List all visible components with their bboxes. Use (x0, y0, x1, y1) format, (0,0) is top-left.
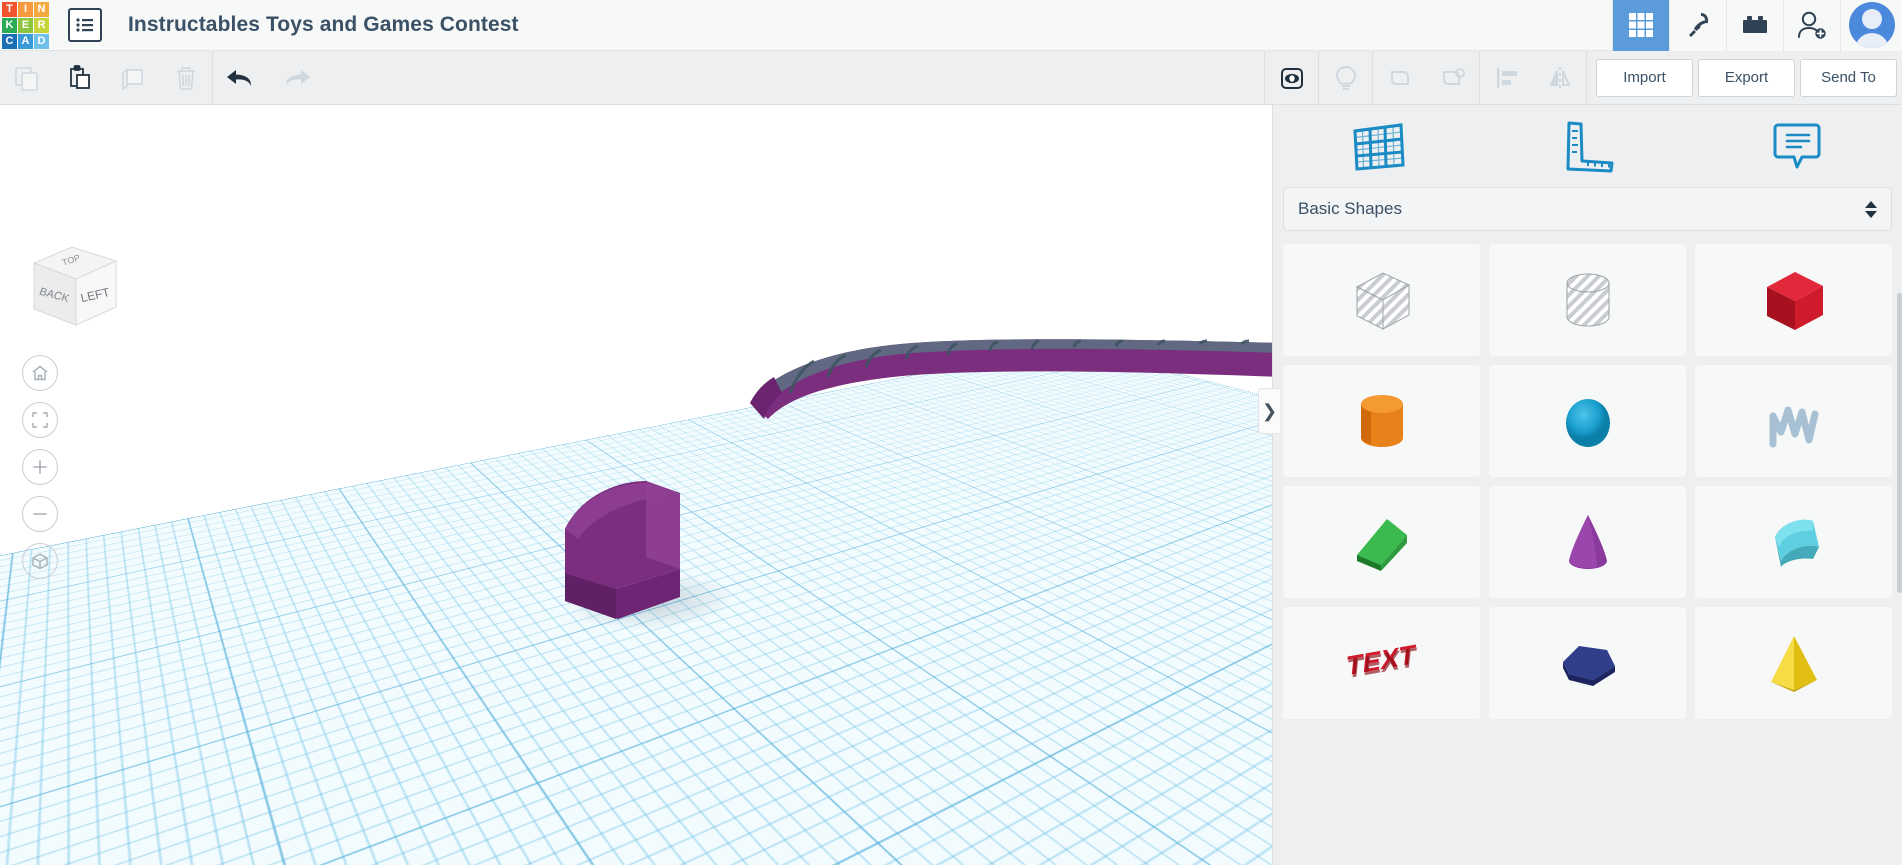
svg-text:TEXT: TEXT (1345, 641, 1417, 684)
avatar-image (1849, 2, 1895, 48)
chevron-up-icon (1242, 793, 1252, 800)
chevron-up-icon (1865, 201, 1877, 208)
light-tools (1319, 51, 1372, 105)
view-navigation-buttons (22, 355, 58, 590)
zoom-out-button[interactable] (22, 496, 58, 532)
chevron-down-icon (1865, 211, 1877, 218)
view-cube[interactable]: TOP BACK LEFT (24, 235, 124, 340)
group-tools (1373, 51, 1479, 105)
logo-tile-i: I (18, 2, 33, 17)
shape-text[interactable]: TEXT TEXT (1283, 607, 1480, 719)
ungroup-icon[interactable] (1426, 51, 1479, 105)
import-button[interactable]: Import (1596, 59, 1693, 97)
top-right-toolbar (1612, 0, 1902, 51)
edit-grid-button[interactable]: Edit Grid (1155, 746, 1235, 772)
shape-roof[interactable] (1695, 486, 1892, 598)
shape-category-value: Basic Shapes (1298, 199, 1402, 219)
history-tools (213, 51, 323, 105)
redo-icon[interactable] (268, 51, 323, 105)
snap-grid-select[interactable]: 0.1 mm (1178, 783, 1262, 809)
paste-icon[interactable] (53, 51, 106, 105)
tab-ruler[interactable] (1483, 105, 1693, 187)
shape-grid: TEXT TEXT (1273, 244, 1902, 719)
logo-tile-e: E (18, 18, 33, 33)
zoom-in-button[interactable] (22, 449, 58, 485)
shape-wedge[interactable] (1283, 486, 1480, 598)
snap-grid-label: Snap Grid (1105, 788, 1168, 804)
shape-cylinder[interactable] (1283, 365, 1480, 477)
duplicate-icon[interactable] (106, 51, 159, 105)
trash-icon[interactable] (159, 51, 212, 105)
snap-grid-value: 0.1 mm (1188, 788, 1235, 804)
page-title: Instructables Toys and Games Contest (128, 13, 519, 37)
logo-tile-d: D (34, 34, 49, 49)
group-icon[interactable] (1373, 51, 1426, 105)
tab-workplane[interactable] (1273, 105, 1483, 187)
shape-box[interactable] (1695, 244, 1892, 356)
shape-sphere[interactable] (1489, 365, 1686, 477)
avatar[interactable] (1840, 0, 1902, 51)
tab-note[interactable] (1692, 105, 1902, 187)
category-select-wrapper: Basic Shapes (1273, 187, 1902, 231)
shape-polygon[interactable] (1489, 607, 1686, 719)
shape-scribble[interactable] (1695, 365, 1892, 477)
edit-toolbar: Import Export Send To (0, 51, 1902, 105)
undo-icon[interactable] (213, 51, 268, 105)
mirror-icon[interactable] (1533, 51, 1586, 105)
perspective-toggle-button[interactable] (22, 543, 58, 579)
logo-tile-k: K (2, 18, 17, 33)
clipboard-tools (0, 51, 212, 105)
lego-brick-icon[interactable] (1726, 0, 1783, 51)
copy-icon[interactable] (0, 51, 53, 105)
logo-tile-n: N (34, 2, 49, 17)
logo-tile-a: A (18, 34, 33, 49)
shape-cylinder-hole[interactable] (1489, 244, 1686, 356)
collapse-panel-button[interactable]: ❯ (1258, 388, 1280, 434)
logo-tile-c: C (2, 34, 17, 49)
home-view-button[interactable] (22, 355, 58, 391)
logo-tile-t: T (2, 2, 17, 17)
model-snake[interactable] (742, 333, 1272, 425)
shape-category-select[interactable]: Basic Shapes (1283, 187, 1892, 231)
toolbar-actions: Import Export Send To (1587, 51, 1902, 105)
logo-tile-r: R (34, 18, 49, 33)
panel-scrollbar[interactable] (1897, 293, 1902, 593)
grid-view-icon[interactable] (1612, 0, 1669, 51)
send-to-button[interactable]: Send To (1800, 59, 1897, 97)
align-tools (1480, 51, 1586, 105)
workplane-canvas[interactable]: TOP BACK LEFT Edit Grid Snap Grid 0.1 mm (0, 105, 1272, 865)
fit-all-button[interactable] (22, 402, 58, 438)
list-menu-icon[interactable] (68, 8, 102, 42)
show-hide-eye-icon[interactable] (1265, 51, 1318, 105)
lightbulb-icon[interactable] (1319, 51, 1372, 105)
panel-tab-bar (1273, 105, 1902, 187)
top-bar: T I N K E R C A D Instructables Toys and… (0, 0, 1902, 51)
add-person-icon[interactable] (1783, 0, 1840, 51)
view-tools (1265, 51, 1318, 105)
tinkercad-logo[interactable]: T I N K E R C A D (0, 0, 46, 51)
pickaxe-icon[interactable] (1669, 0, 1726, 51)
shapes-panel: Basic Shapes TEXT TEXT (1272, 105, 1902, 865)
shape-box-hole[interactable] (1283, 244, 1480, 356)
model-purple-shape[interactable] (560, 477, 728, 627)
export-button[interactable]: Export (1698, 59, 1795, 97)
snap-grid-control: Snap Grid 0.1 mm (1105, 783, 1262, 809)
shape-cone[interactable] (1489, 486, 1686, 598)
stepper-arrows[interactable] (1865, 201, 1877, 218)
align-icon[interactable] (1480, 51, 1533, 105)
shape-pyramid[interactable] (1695, 607, 1892, 719)
